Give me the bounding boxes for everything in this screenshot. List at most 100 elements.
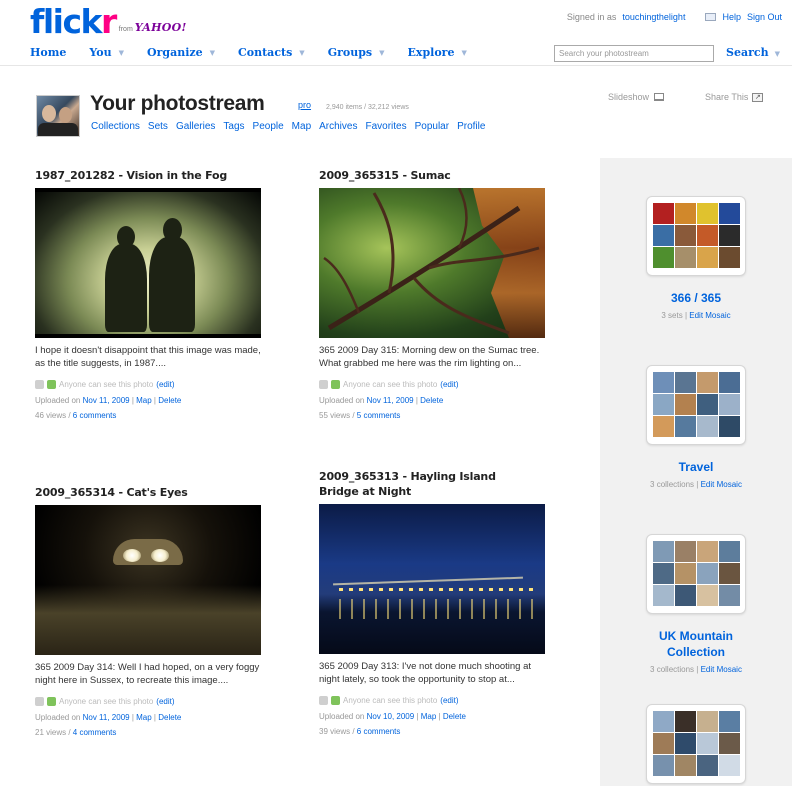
privacy-text: Anyone can see this photo <box>343 696 438 705</box>
comments-link[interactable]: 5 comments <box>357 411 401 420</box>
views-count: 21 views <box>35 728 67 737</box>
photo-item: 2009_365315 - Sumac 365 2009 Day 315: Mo… <box>319 168 555 420</box>
chevron-down-icon[interactable]: ▼ <box>461 48 466 57</box>
help-link[interactable]: Help <box>722 12 741 22</box>
pro-badge[interactable]: pro <box>298 100 311 110</box>
mosaic-tile <box>697 711 718 732</box>
subnav-tags[interactable]: Tags <box>223 121 244 132</box>
cats-eye-light <box>151 549 169 562</box>
upload-date-link[interactable]: Nov 10, 2009 <box>367 712 415 721</box>
delete-link[interactable]: Delete <box>158 396 181 405</box>
map-link[interactable]: Map <box>421 712 437 721</box>
edit-mosaic-link[interactable]: Edit Mosaic <box>701 480 742 489</box>
main-nav: Home You ▼ Organize ▼ Contacts ▼ Groups ▼ Ex… <box>30 46 490 59</box>
comments-link[interactable]: 4 comments <box>73 728 117 737</box>
lock-icon <box>35 380 44 389</box>
chevron-down-icon[interactable]: ▼ <box>775 49 780 58</box>
nav-organize[interactable]: Organize ▼ <box>147 46 215 59</box>
photo-title[interactable]: 2009_365314 - Cat's Eyes <box>35 485 271 500</box>
delete-link[interactable]: Delete <box>420 396 443 405</box>
photo-title[interactable]: 2009_365313 - Hayling Island Bridge at N… <box>319 469 529 499</box>
more-link[interactable]: ... <box>220 675 228 686</box>
subnav-favorites[interactable]: Favorites <box>365 121 406 132</box>
chevron-down-icon[interactable]: ▼ <box>210 48 215 57</box>
nav-groups[interactable]: Groups ▼ <box>328 46 385 59</box>
chevron-down-icon[interactable]: ▼ <box>299 48 304 57</box>
subnav-people[interactable]: People <box>253 121 284 132</box>
upload-date-link[interactable]: Nov 11, 2009 <box>83 713 130 722</box>
collection-name-link[interactable]: 366 / 365 <box>600 290 792 306</box>
photo-title[interactable]: 1987_201282 - Vision in the Fog <box>35 168 271 183</box>
mosaic-tile <box>653 563 674 584</box>
nav-home[interactable]: Home <box>30 46 66 59</box>
nav-contacts-label: Contacts <box>238 46 293 59</box>
logo-text-r: r <box>101 2 117 41</box>
photo-thumbnail[interactable] <box>319 504 545 654</box>
search-input[interactable]: Search your photostream <box>554 45 714 62</box>
edit-mosaic-link[interactable]: Edit Mosaic <box>689 311 730 320</box>
nav-you[interactable]: You ▼ <box>89 46 124 59</box>
photo-description: 365 2009 Day 314: Well I had hoped, on a… <box>35 661 261 687</box>
collection-mosaic[interactable] <box>646 196 746 276</box>
mosaic-tile <box>719 247 740 268</box>
sign-out-link[interactable]: Sign Out <box>747 12 782 22</box>
flickr-logo[interactable]: flick r from YAHOO! <box>30 5 187 39</box>
comments-link[interactable]: 6 comments <box>357 727 401 736</box>
mosaic-tile <box>675 416 696 437</box>
subnav-profile[interactable]: Profile <box>457 121 485 132</box>
nav-explore[interactable]: Explore ▼ <box>408 46 467 59</box>
more-link[interactable]: ... <box>158 358 166 369</box>
chevron-down-icon[interactable]: ▼ <box>119 48 124 57</box>
silhouette-figure <box>105 244 147 332</box>
fog-image <box>35 192 261 334</box>
lock-icon <box>319 696 328 705</box>
upload-date-link[interactable]: Nov 11, 2009 <box>83 396 130 405</box>
photo-title[interactable]: 2009_365315 - Sumac <box>319 168 555 183</box>
nav-contacts[interactable]: Contacts ▼ <box>238 46 305 59</box>
comments-link[interactable]: 6 comments <box>73 411 117 420</box>
collection-mosaic[interactable] <box>646 704 746 784</box>
subnav-archives[interactable]: Archives <box>319 121 357 132</box>
public-icon <box>331 380 340 389</box>
privacy-edit-link[interactable]: (edit) <box>440 696 458 705</box>
more-link[interactable]: ... <box>507 674 515 685</box>
privacy-edit-link[interactable]: (edit) <box>440 380 458 389</box>
subnav-sets[interactable]: Sets <box>148 121 168 132</box>
collection-mosaic[interactable] <box>646 365 746 445</box>
avatar[interactable] <box>36 95 80 137</box>
edit-mosaic-link[interactable]: Edit Mosaic <box>701 665 742 674</box>
chevron-down-icon[interactable]: ▼ <box>379 48 384 57</box>
views-count: 55 views <box>319 411 351 420</box>
subnav-popular[interactable]: Popular <box>415 121 449 132</box>
more-link[interactable]: ... <box>513 358 521 369</box>
share-this-button[interactable]: Share This ↗ <box>705 92 764 102</box>
upload-date-link[interactable]: Nov 11, 2009 <box>367 396 414 405</box>
collection-mosaic[interactable] <box>646 534 746 614</box>
mosaic-tile <box>697 563 718 584</box>
username-link[interactable]: touchingthelight <box>622 12 685 22</box>
collection-name-link[interactable]: UK Mountain Collection <box>600 628 792 660</box>
mail-icon[interactable] <box>705 13 717 21</box>
subnav-galleries[interactable]: Galleries <box>176 121 215 132</box>
avatar-face <box>42 105 56 122</box>
privacy-edit-link[interactable]: (edit) <box>156 697 174 706</box>
map-link[interactable]: Map <box>136 396 152 405</box>
collection-name-link[interactable]: Travel <box>600 459 792 475</box>
photo-thumbnail[interactable] <box>319 188 545 338</box>
mosaic-tile <box>697 585 718 606</box>
uploaded-label: Uploaded on <box>319 712 365 721</box>
subnav-map[interactable]: Map <box>292 121 311 132</box>
photo-thumbnail[interactable] <box>35 505 261 655</box>
delete-link[interactable]: Delete <box>443 712 466 721</box>
silhouette-figure <box>149 237 195 332</box>
mosaic-tile <box>719 711 740 732</box>
search-button[interactable]: Search ▼ <box>726 46 780 59</box>
slideshow-button[interactable]: Slideshow <box>608 92 665 102</box>
map-link[interactable]: Map <box>136 713 152 722</box>
sumac-branch <box>323 188 540 335</box>
subnav-collections[interactable]: Collections <box>91 121 140 132</box>
delete-link[interactable]: Delete <box>158 713 181 722</box>
photo-thumbnail[interactable] <box>35 188 261 338</box>
privacy-edit-link[interactable]: (edit) <box>156 380 174 389</box>
signed-in-label: Signed in as <box>566 12 617 22</box>
